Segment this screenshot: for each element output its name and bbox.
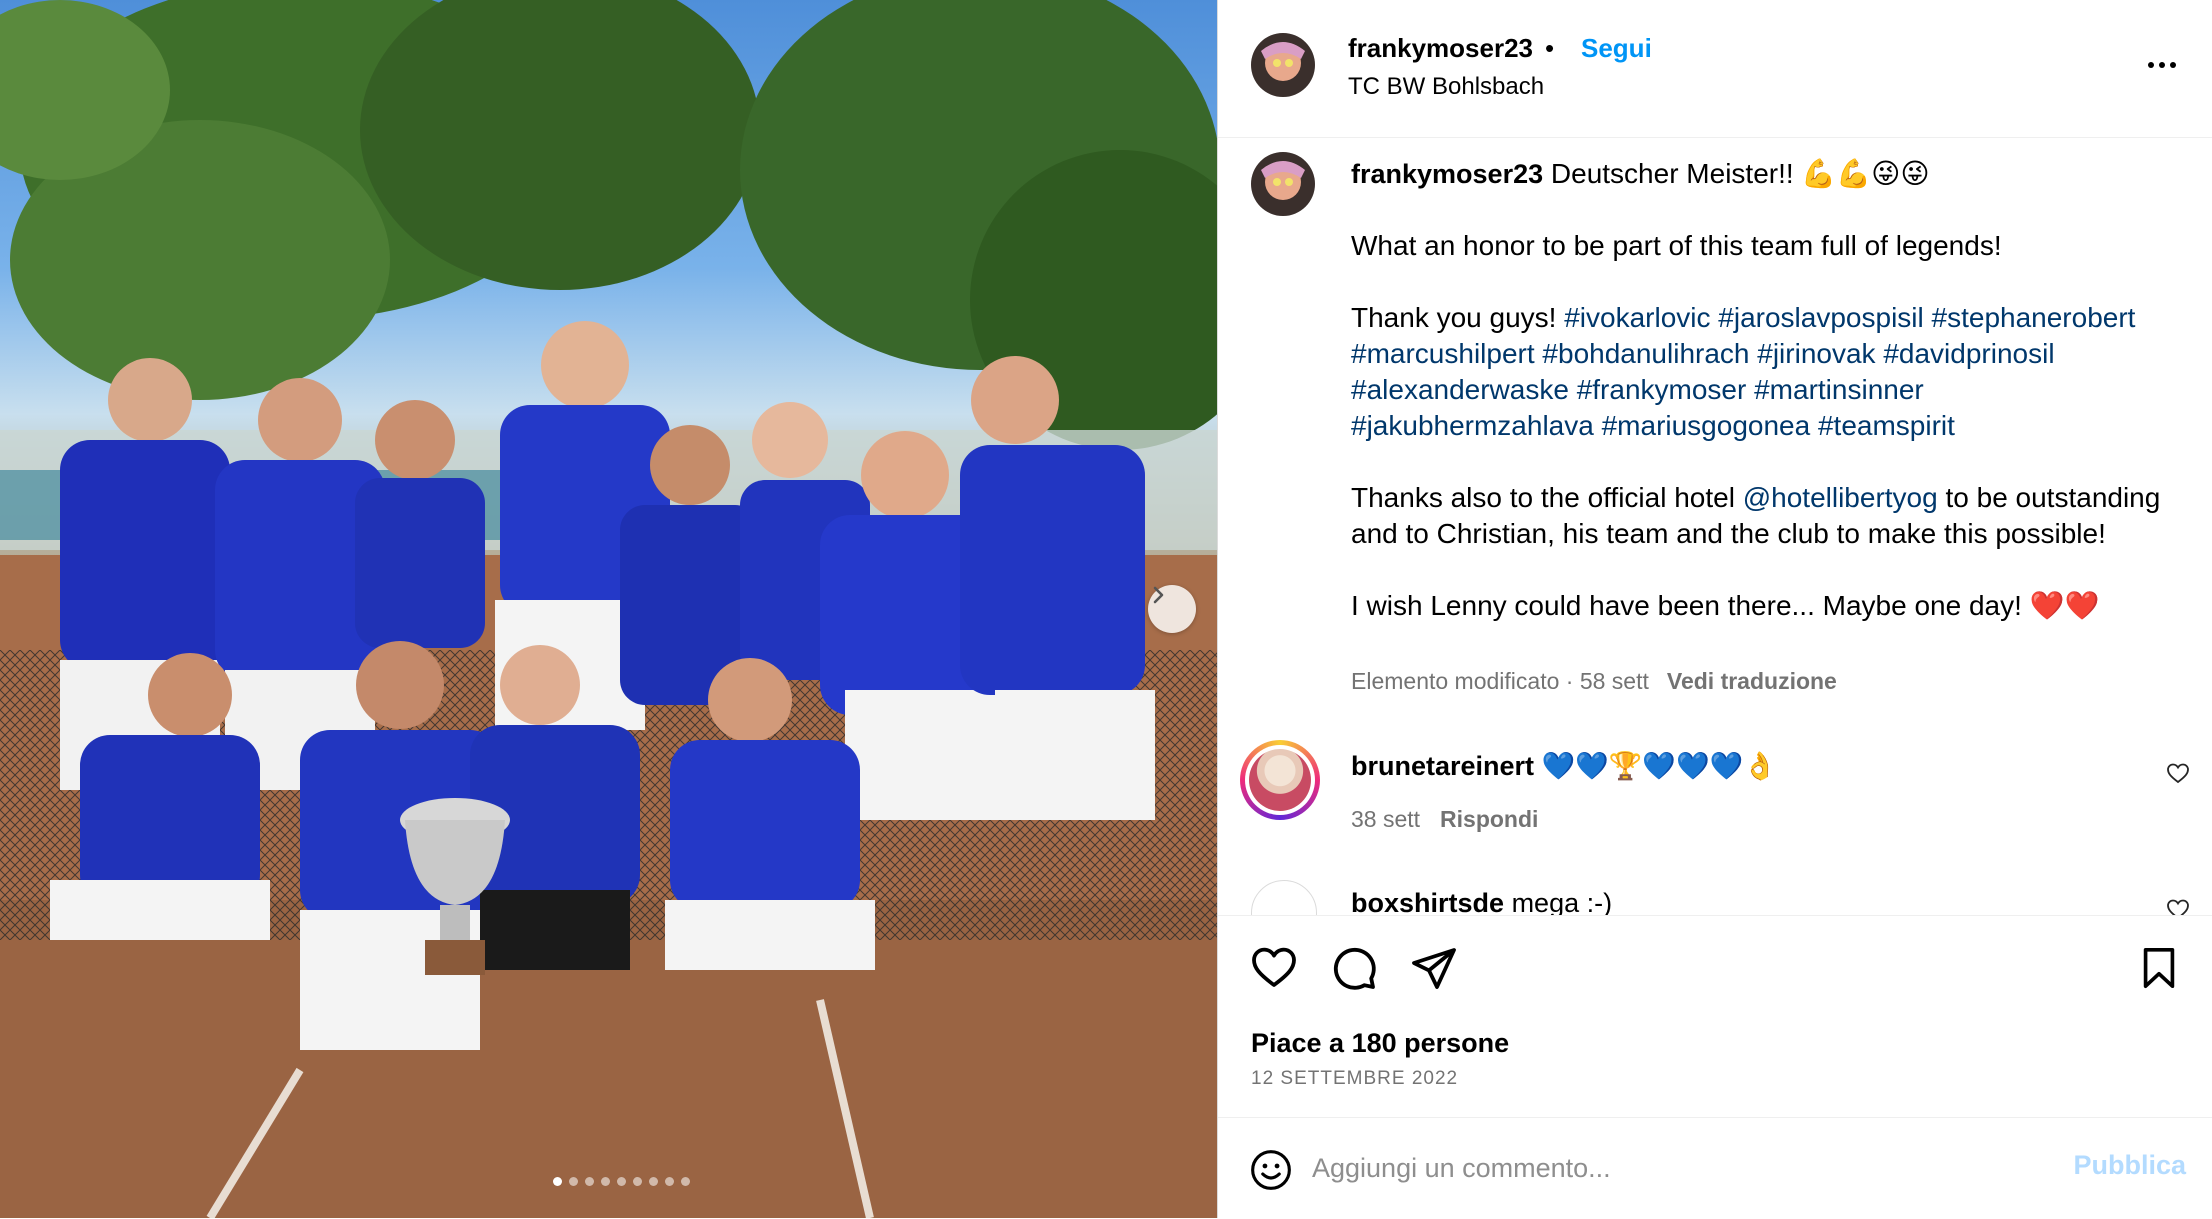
author-username[interactable]: frankymoser23 — [1348, 33, 1533, 64]
bookmark-icon[interactable] — [2136, 944, 2182, 992]
caption-line-3-intro: Thank you guys! — [1351, 302, 1557, 333]
more-options-icon[interactable] — [2142, 50, 2182, 80]
instagram-post-modal: frankymoser23 • Segui TC BW Bohlsbach fr… — [0, 0, 2212, 1218]
commenter-avatar[interactable] — [1251, 880, 1317, 915]
post-actions: Piace a 180 persone 12 SETTEMBRE 2022 — [1218, 915, 2212, 1116]
post-photo[interactable] — [0, 0, 1217, 1218]
hashtag-link[interactable]: #alexanderwaske — [1351, 374, 1569, 405]
comment-body: brunetareinert 💙💙🏆💙💙💙👌 — [1351, 750, 1777, 782]
carousel-dot — [569, 1177, 578, 1186]
hashtag-link[interactable]: #davidprinosil — [1883, 338, 2054, 369]
hotel-mention-link[interactable]: @hotellibertyog — [1743, 482, 1938, 513]
share-send-icon[interactable] — [1410, 944, 1458, 992]
team-photo-illustration — [0, 0, 1217, 1218]
comment-username[interactable]: boxshirtsde — [1351, 888, 1504, 915]
comment-username[interactable]: brunetareinert — [1351, 751, 1534, 781]
post-date: 12 SETTEMBRE 2022 — [1251, 1068, 1459, 1089]
post-side-panel: frankymoser23 • Segui TC BW Bohlsbach fr… — [1217, 0, 2212, 1218]
next-slide-button[interactable] — [1148, 585, 1196, 633]
hashtag-link[interactable]: #martinsinner — [1754, 374, 1924, 405]
publish-button[interactable]: Pubblica — [2073, 1150, 2186, 1181]
comment-like-heart-icon[interactable] — [2166, 898, 2190, 915]
hashtag-link[interactable]: #ivokarlovic — [1564, 302, 1710, 333]
carousel-dot — [681, 1177, 690, 1186]
carousel-dot — [617, 1177, 626, 1186]
author-avatar[interactable] — [1251, 33, 1315, 97]
carousel-dot — [585, 1177, 594, 1186]
hashtag-link[interactable]: #frankymoser — [1577, 374, 1747, 405]
hashtag-link[interactable]: #jaroslavpospisil — [1718, 302, 1923, 333]
carousel-dot — [553, 1177, 562, 1186]
comment-bubble-icon[interactable] — [1330, 944, 1378, 992]
post-header: frankymoser23 • Segui TC BW Bohlsbach — [1218, 0, 2212, 138]
comment-meta: 38 sett Rispondi — [1351, 806, 1538, 833]
add-comment-bar: Pubblica — [1218, 1117, 2212, 1219]
caption-line-1: Deutscher Meister!! 💪💪😜😜 — [1550, 158, 1930, 189]
comment-text: 💙💙🏆💙💙💙👌 — [1541, 751, 1777, 781]
caption-text: frankymoser23 Deutscher Meister!! 💪💪😜😜 W… — [1351, 156, 2171, 660]
carousel-dot — [665, 1177, 674, 1186]
caption-line-2: What an honor to be part of this team fu… — [1351, 230, 2002, 261]
hashtag-link[interactable]: #bohdanulihrach — [1542, 338, 1749, 369]
hashtag-link[interactable]: #jirinovak — [1757, 338, 1875, 369]
caption-line-5: I wish Lenny could have been there... Ma… — [1351, 590, 2100, 621]
carousel-dot — [601, 1177, 610, 1186]
comment-input[interactable] — [1310, 1144, 2014, 1192]
hashtag-link[interactable]: #stephanerobert — [1932, 302, 2136, 333]
carousel-dot — [649, 1177, 658, 1186]
like-heart-icon[interactable] — [1250, 944, 1298, 992]
caption-username[interactable]: frankymoser23 — [1351, 159, 1543, 189]
follow-button[interactable]: Segui — [1581, 33, 1652, 64]
carousel-dot — [633, 1177, 642, 1186]
comments-area[interactable]: frankymoser23 Deutscher Meister!! 💪💪😜😜 W… — [1218, 138, 2212, 915]
separator-dot: • — [1545, 33, 1555, 63]
caption-avatar[interactable] — [1251, 152, 1315, 216]
comment-time: 38 sett — [1351, 806, 1421, 832]
caption-line-4a: Thanks also to the official hotel — [1351, 482, 1735, 513]
commenter-avatar[interactable] — [1249, 749, 1311, 811]
comment-like-heart-icon[interactable] — [2166, 762, 2190, 786]
chevron-right-icon — [1153, 586, 1164, 604]
see-translation-link[interactable]: Vedi traduzione — [1667, 668, 1837, 694]
comment-body: boxshirtsde mega :-) — [1351, 888, 1612, 915]
post-location[interactable]: TC BW Bohlsbach — [1348, 73, 1544, 101]
caption-edited-time: Elemento modificato · 58 sett — [1351, 668, 1649, 694]
reply-button[interactable]: Rispondi — [1440, 806, 1538, 832]
hashtag-link[interactable]: #jakubhermzahlava — [1351, 410, 1594, 441]
likes-count[interactable]: Piace a 180 persone — [1251, 1028, 1509, 1059]
hashtag-link[interactable]: #marcushilpert — [1351, 338, 1535, 369]
emoji-smiley-icon[interactable] — [1249, 1148, 1293, 1192]
hashtag-link[interactable]: #mariusgogonea — [1602, 410, 1811, 441]
hashtag-link[interactable]: #teamspirit — [1818, 410, 1955, 441]
comment-text: mega :-) — [1511, 888, 1613, 915]
carousel-indicator — [0, 1177, 1217, 1186]
caption-meta: Elemento modificato · 58 sett Vedi traduz… — [1351, 668, 1837, 695]
